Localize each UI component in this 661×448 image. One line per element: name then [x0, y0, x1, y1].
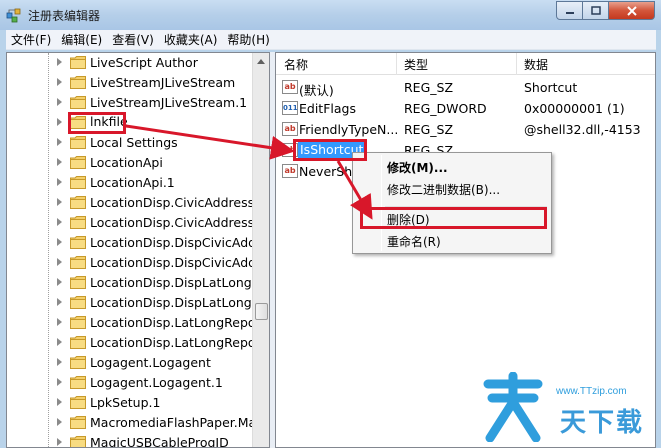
watermark-url: www.TTzip.com [556, 386, 627, 397]
annotation-arrows [125, 124, 373, 220]
arrow-to-isshortcut [125, 124, 295, 160]
arrow-to-delete [336, 160, 373, 220]
watermark-logo [483, 372, 543, 442]
watermark-text: 天下载 [560, 408, 645, 438]
